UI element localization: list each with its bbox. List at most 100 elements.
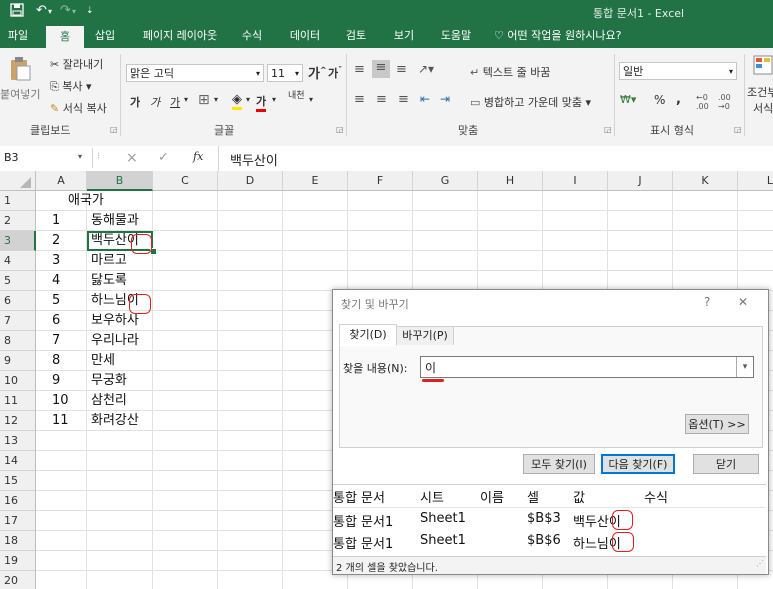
accounting-format-icon[interactable]: ₩▾ <box>620 93 636 106</box>
comma-button[interactable]: , <box>676 92 681 107</box>
results-list[interactable]: 통합 문서 시트 이름 셀 값 수식 통합 문서1 Sheet1 $B$3 백두산이 통… <box>333 484 766 555</box>
row-header-6[interactable]: 6 <box>0 291 36 311</box>
underline-dropdown-icon[interactable]: ▾ <box>184 95 188 104</box>
find-what-input[interactable]: 이 ▾ <box>420 356 754 378</box>
font-color-dropdown-icon[interactable]: ▾ <box>272 95 276 104</box>
align-left-icon[interactable]: ≡ <box>354 92 365 107</box>
column-header-d[interactable]: D <box>218 171 283 191</box>
cell-number[interactable]: 7 <box>52 331 60 351</box>
column-header-j[interactable]: J <box>608 171 673 191</box>
border-icon[interactable]: ⊞ <box>198 92 210 108</box>
cell-text[interactable]: 마르고 <box>91 251 127 271</box>
result-row[interactable]: 통합 문서1 Sheet1 $B$6 하느님이 <box>333 531 766 552</box>
cell-number[interactable]: 4 <box>52 271 60 291</box>
result-header-cell[interactable]: 셀 <box>527 487 539 506</box>
phonetic-dropdown-icon[interactable]: ▾ <box>309 95 313 104</box>
cell-text[interactable]: 삼천리 <box>91 391 127 411</box>
row-header-8[interactable]: 8 <box>0 331 36 351</box>
font-name-dropdown[interactable]: 맑은 고딕 ▾ <box>126 64 264 82</box>
increase-decimal-icon[interactable]: ←0.00 <box>696 93 709 111</box>
formula-input[interactable]: 백두산이 <box>218 146 773 171</box>
cell-number[interactable]: 6 <box>52 311 60 331</box>
column-header-i[interactable]: I <box>543 171 608 191</box>
align-right-icon[interactable]: ≡ <box>398 92 409 107</box>
save-icon[interactable] <box>10 3 24 21</box>
tab-help[interactable]: 도움말 <box>432 24 480 48</box>
decrease-decimal-icon[interactable]: .00 →0 <box>718 93 731 111</box>
result-header-formula[interactable]: 수식 <box>644 487 668 506</box>
row-header-2[interactable]: 2 <box>0 211 36 231</box>
font-color-button[interactable]: 가 <box>256 93 267 112</box>
row-header-19[interactable]: 19 <box>0 551 36 571</box>
row-header-10[interactable]: 10 <box>0 371 36 391</box>
number-launcher-icon[interactable]: ◲ <box>734 125 742 134</box>
cell-text[interactable]: 만세 <box>91 351 115 371</box>
align-center-icon[interactable]: ≡ <box>376 92 387 107</box>
column-header-g[interactable]: G <box>413 171 478 191</box>
copy-button[interactable]: ⎘ 복사 ▾ <box>50 78 92 94</box>
cell-text[interactable]: 닳도록 <box>91 271 127 291</box>
result-header-sheet[interactable]: 시트 <box>420 487 444 506</box>
italic-button[interactable]: 가 <box>150 94 160 110</box>
shrink-font-button[interactable]: 가ˇ <box>328 65 342 81</box>
row-header-1[interactable]: 1 <box>0 191 36 211</box>
tab-replace[interactable]: 바꾸기(P) <box>396 326 454 345</box>
paste-button[interactable]: 붙여넣기 <box>0 86 40 102</box>
row-header-20[interactable]: 20 <box>0 571 36 589</box>
column-header-f[interactable]: F <box>348 171 413 191</box>
row-header-3[interactable]: 3 <box>0 231 36 251</box>
cut-button[interactable]: ✂ 잘라내기 <box>50 56 103 72</box>
tab-view[interactable]: 보기 <box>386 24 422 48</box>
column-header-l[interactable]: L <box>738 171 773 191</box>
cancel-button[interactable]: × <box>126 150 138 166</box>
result-row[interactable]: 통합 문서1 Sheet1 $B$3 백두산이 <box>333 509 766 530</box>
cell-number[interactable]: 5 <box>52 291 60 311</box>
cell-number[interactable]: 8 <box>52 351 60 371</box>
insert-function-button[interactable]: fx <box>193 150 203 163</box>
redo-dropdown-icon[interactable]: ▾ <box>72 7 76 16</box>
select-all-button[interactable] <box>0 171 36 191</box>
align-top-icon[interactable]: ≡ <box>354 62 365 77</box>
grow-font-button[interactable]: 가^ <box>308 63 327 82</box>
resize-grip-icon[interactable]: ⋰ <box>756 559 764 568</box>
tell-me-box[interactable]: ♡ 어떤 작업을 원하시나요? <box>494 24 636 48</box>
column-header-b[interactable]: B <box>87 171 153 191</box>
cell-number[interactable]: 3 <box>52 251 60 271</box>
number-format-dropdown[interactable]: 일반 ▾ <box>619 62 737 80</box>
row-header-14[interactable]: 14 <box>0 451 36 471</box>
cell-number[interactable]: 9 <box>52 371 60 391</box>
percent-button[interactable]: % <box>654 93 665 107</box>
row-header-4[interactable]: 4 <box>0 251 36 271</box>
row-header-18[interactable]: 18 <box>0 531 36 551</box>
name-box[interactable]: B3 ▾ <box>0 148 93 168</box>
tab-file[interactable]: 파일 <box>0 24 36 48</box>
row-header-17[interactable]: 17 <box>0 511 36 531</box>
undo-icon[interactable]: ↶ <box>36 3 47 18</box>
tab-insert[interactable]: 삽입 <box>88 24 122 48</box>
cell-number[interactable]: 2 <box>52 231 60 251</box>
cell-number[interactable]: 11 <box>52 411 69 431</box>
chevron-down-icon[interactable]: ▾ <box>78 152 82 161</box>
column-header-k[interactable]: K <box>673 171 738 191</box>
fill-dropdown-icon[interactable]: ▾ <box>246 95 250 104</box>
tab-home[interactable]: 홈 <box>46 26 84 48</box>
decrease-indent-icon[interactable]: ⇤ <box>420 92 430 106</box>
wrap-text-button[interactable]: ↵ 텍스트 줄 바꿈 <box>470 64 550 80</box>
alignment-launcher-icon[interactable]: ◲ <box>604 125 612 134</box>
column-header-a[interactable]: A <box>36 171 87 191</box>
tab-data[interactable]: 데이터 <box>282 24 328 48</box>
row-header-11[interactable]: 11 <box>0 391 36 411</box>
result-header-value[interactable]: 값 <box>573 487 585 506</box>
underline-button[interactable]: 가 <box>170 94 180 110</box>
cell-text[interactable]: 동해물과 <box>91 211 139 231</box>
enter-button[interactable]: ✓ <box>158 150 169 165</box>
tab-formulas[interactable]: 수식 <box>234 24 270 48</box>
customize-qat-icon[interactable]: ⇣ <box>86 6 94 16</box>
formula-bar-splitter-icon[interactable]: ⁝ <box>97 151 100 162</box>
cell-text[interactable]: 보우하사 <box>91 311 139 331</box>
font-launcher-icon[interactable]: ◲ <box>336 125 344 134</box>
tab-page-layout[interactable]: 페이지 레이아웃 <box>134 24 226 48</box>
conditional-format-icon[interactable] <box>752 54 773 76</box>
result-header-book[interactable]: 통합 문서 <box>333 487 385 506</box>
align-bottom-icon[interactable]: ≡ <box>396 62 407 77</box>
